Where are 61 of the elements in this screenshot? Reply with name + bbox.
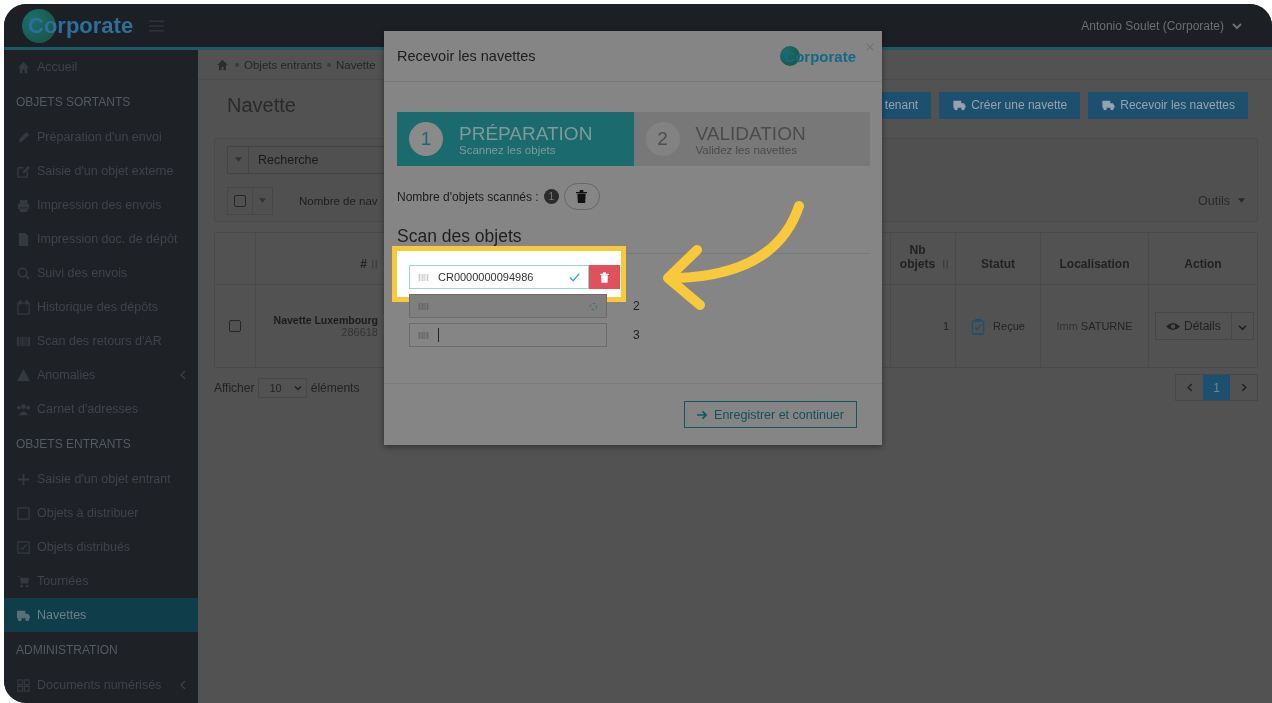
document-icon <box>16 231 31 247</box>
section-heading: ADMINISTRATION <box>15 642 119 659</box>
caret-icon <box>259 198 266 203</box>
users-icon <box>16 401 31 417</box>
modal-title: Recevoir les navettes <box>397 48 536 64</box>
caret-icon[interactable] <box>1232 21 1242 30</box>
step-number: 1 <box>409 122 443 156</box>
row-number: 2 <box>633 299 640 313</box>
column-header[interactable]: # <box>360 257 367 271</box>
sidebar-item[interactable]: Navettes <box>4 598 198 632</box>
step-title: PRÉPARATION <box>459 122 593 144</box>
barcode-icon <box>418 329 429 341</box>
checkbox-icon <box>16 539 31 555</box>
scan-count-label: Nombre d'objets scannés : <box>397 189 539 204</box>
section-heading: OBJETS ENTRANTS <box>15 436 132 453</box>
text-cursor <box>438 328 439 342</box>
save-continue-button[interactable]: Enregistrer et continuer <box>684 401 857 428</box>
delete-button[interactable] <box>589 265 620 289</box>
row-number: 3 <box>633 328 640 342</box>
truck-icon <box>1101 98 1117 112</box>
clipboard-check-icon <box>971 317 986 335</box>
scan-field[interactable]: CR0000000094986 <box>409 265 589 289</box>
section-heading: OBJETS SORTANTS <box>15 94 132 111</box>
scan-value: CR0000000094986 <box>438 271 534 283</box>
truck-icon <box>952 98 968 112</box>
action-button[interactable]: Créer une navette <box>939 91 1081 119</box>
delete-button[interactable] <box>563 183 600 210</box>
caret-icon[interactable] <box>1238 198 1245 203</box>
warning-icon <box>16 367 31 383</box>
row-checkbox[interactable] <box>229 320 241 332</box>
caret-icon <box>293 384 302 391</box>
barcode-icon <box>418 271 429 283</box>
pencil-icon <box>16 129 31 145</box>
calendar-icon <box>16 299 31 315</box>
arrow-right-icon <box>697 409 709 420</box>
grid-icon <box>16 677 31 693</box>
step-subtitle: Scannez les objets <box>459 143 557 156</box>
page-button[interactable]: 1 <box>1203 375 1230 400</box>
cart-icon <box>16 573 31 589</box>
count-badge: 1 <box>543 189 559 204</box>
plus-icon <box>16 471 31 487</box>
bulk-select[interactable] <box>227 186 273 215</box>
action-button[interactable]: Recevoir les navettes <box>1088 91 1248 119</box>
printer-icon <box>16 197 31 213</box>
barcode-icon <box>418 300 429 312</box>
caret-icon <box>234 157 242 162</box>
trash-icon <box>600 271 609 283</box>
scan-field[interactable] <box>409 294 607 318</box>
search-icon <box>16 265 31 281</box>
edit-icon <box>16 163 31 179</box>
check-icon <box>569 272 580 282</box>
scan-field[interactable] <box>409 323 607 347</box>
chevron-right-icon <box>1240 383 1247 392</box>
user-menu[interactable]: Antonio Soulet (Corporate) <box>1081 18 1224 33</box>
caret-icon <box>1237 323 1247 331</box>
spinner-icon <box>589 301 598 311</box>
home-icon <box>16 59 31 75</box>
trash-icon <box>576 190 588 203</box>
chevron-left-icon <box>1186 383 1193 392</box>
home-icon[interactable] <box>215 57 230 72</box>
eye-icon <box>1166 321 1180 331</box>
